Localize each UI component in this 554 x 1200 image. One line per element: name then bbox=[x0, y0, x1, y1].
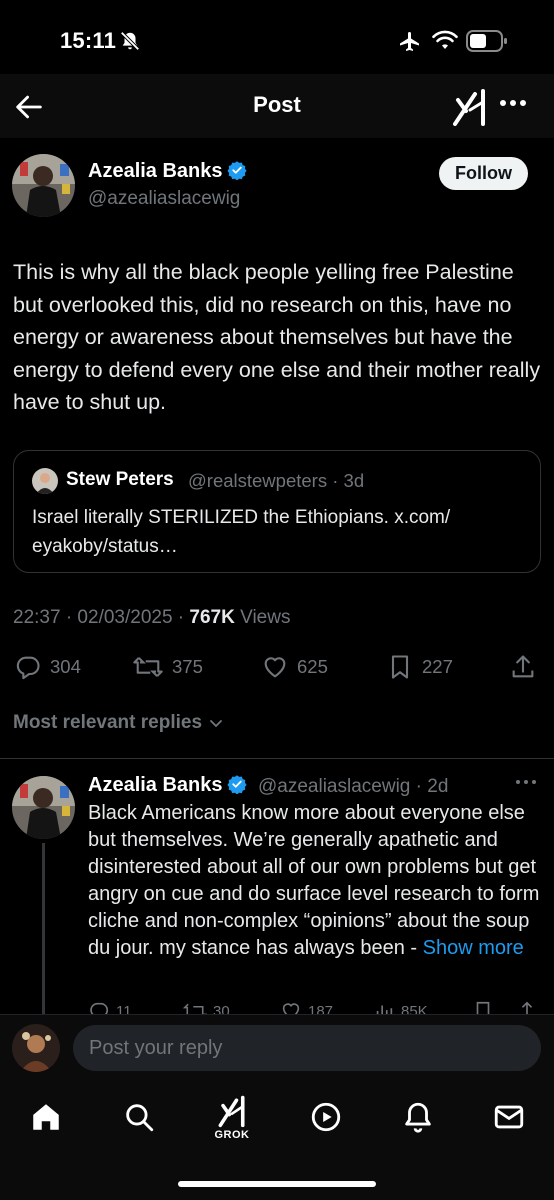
battery-icon bbox=[466, 29, 508, 53]
thread-line bbox=[42, 843, 45, 1015]
tab-video[interactable] bbox=[309, 1100, 343, 1134]
reply-meta: @azealiaslacewig · 2d bbox=[258, 776, 449, 797]
verified-badge-icon bbox=[226, 160, 247, 180]
my-avatar[interactable] bbox=[12, 1024, 60, 1072]
bookmark-icon bbox=[391, 655, 409, 679]
tab-notifications[interactable] bbox=[401, 1100, 435, 1134]
airplane-mode-icon bbox=[396, 30, 424, 54]
repost-count: 375 bbox=[172, 656, 203, 677]
verified-badge-icon bbox=[226, 774, 247, 794]
grok-icon[interactable] bbox=[452, 88, 488, 126]
chevron-down-icon bbox=[210, 720, 222, 728]
repost-button[interactable]: 375 bbox=[132, 652, 203, 682]
divider bbox=[0, 758, 554, 759]
like-button[interactable]: 625 bbox=[261, 652, 328, 682]
bookmark-button[interactable]: 227 bbox=[386, 652, 453, 682]
views-count: 767K bbox=[189, 607, 235, 628]
mail-icon bbox=[494, 1105, 524, 1129]
reply-author-row[interactable]: Azealia Banks bbox=[88, 774, 247, 797]
reply-count: 304 bbox=[50, 656, 81, 677]
tab-grok-label: GROK bbox=[214, 1129, 250, 1141]
quote-author-name: Stew Peters bbox=[66, 469, 174, 490]
tab-search[interactable] bbox=[122, 1100, 156, 1134]
heart-icon bbox=[264, 657, 286, 678]
replies-sort-label: Most relevant replies bbox=[13, 712, 203, 733]
reply-more-icon[interactable] bbox=[514, 778, 538, 786]
quote-author-meta: @realstewpeters · 3d bbox=[188, 470, 365, 491]
share-button[interactable] bbox=[509, 652, 537, 682]
replies-sort-dropdown[interactable]: Most relevant replies bbox=[13, 712, 224, 734]
grok-icon bbox=[218, 1095, 245, 1128]
quote-text: Israel literally STERILIZED the Ethiopia… bbox=[32, 507, 451, 557]
repost-icon bbox=[133, 657, 163, 677]
like-count: 625 bbox=[297, 656, 328, 677]
bell-muted-icon bbox=[119, 30, 141, 52]
bookmark-count: 227 bbox=[422, 656, 453, 677]
reply-button[interactable]: 304 bbox=[14, 652, 81, 682]
home-icon bbox=[33, 1104, 59, 1130]
follow-button[interactable]: Follow bbox=[439, 157, 528, 190]
show-more-link[interactable]: Show more bbox=[423, 937, 524, 959]
tab-messages[interactable] bbox=[492, 1100, 526, 1134]
reply-text: Black Americans know more about everyone… bbox=[88, 802, 540, 959]
share-icon bbox=[512, 655, 534, 678]
post-timestamp: 22:37 · 02/03/2025 · 767K Views bbox=[13, 607, 290, 629]
quote-author-avatar bbox=[32, 468, 58, 494]
wifi-icon bbox=[432, 30, 458, 52]
bell-icon bbox=[405, 1102, 431, 1133]
reply-author-name[interactable]: Azealia Banks bbox=[88, 774, 223, 796]
post-body: This is why all the black people yelling… bbox=[13, 260, 541, 414]
tab-home[interactable] bbox=[29, 1100, 63, 1134]
views-label: Views bbox=[240, 607, 291, 628]
author-handle[interactable]: @azealiaslacewig bbox=[88, 188, 240, 210]
timestamp-text: 22:37 · 02/03/2025 · bbox=[13, 607, 185, 628]
status-time: 15:11 bbox=[60, 28, 117, 53]
author-avatar[interactable] bbox=[12, 154, 75, 217]
reply-body: Black Americans know more about everyone… bbox=[88, 800, 543, 962]
more-options-icon[interactable] bbox=[498, 96, 528, 110]
play-circle-icon bbox=[311, 1102, 341, 1132]
search-icon bbox=[126, 1104, 154, 1132]
reply-author-avatar[interactable] bbox=[12, 776, 75, 839]
author-name[interactable]: Azealia Banks bbox=[88, 160, 223, 182]
home-indicator bbox=[178, 1181, 376, 1187]
author-name-row[interactable]: Azealia Banks bbox=[88, 160, 247, 183]
tab-grok[interactable] bbox=[212, 1094, 252, 1128]
reply-icon bbox=[16, 656, 40, 680]
reply-composer-input[interactable] bbox=[73, 1025, 541, 1071]
